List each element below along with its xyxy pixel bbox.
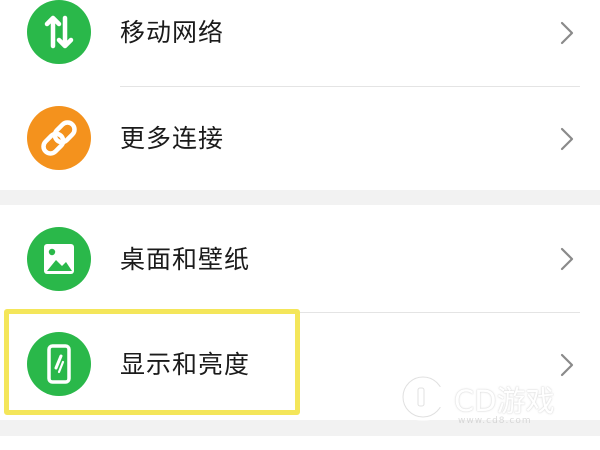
settings-item-label: 显示和亮度	[120, 350, 251, 379]
watermark-url: www.cd8.com	[458, 416, 532, 426]
image-wallpaper-icon	[27, 227, 91, 291]
watermark: CD游戏 www.cd8.com	[396, 370, 586, 430]
link-chain-icon	[27, 106, 91, 170]
group-separator	[0, 190, 600, 205]
phone-brightness-icon	[27, 332, 91, 396]
chevron-right-icon	[560, 21, 574, 45]
watermark-logo-icon	[399, 373, 447, 421]
settings-item-mobile-network[interactable]: 移动网络	[0, 0, 600, 86]
chevron-right-icon	[560, 247, 574, 271]
settings-item-label: 更多连接	[120, 124, 225, 153]
settings-item-more-connections[interactable]: 更多连接	[0, 86, 600, 190]
mobile-data-arrows-icon	[27, 0, 91, 64]
settings-item-label: 移动网络	[120, 18, 225, 47]
settings-group-next	[0, 436, 600, 450]
settings-item-label: 桌面和壁纸	[120, 245, 251, 274]
watermark-text: CD游戏	[454, 384, 555, 418]
chevron-right-icon	[560, 127, 574, 151]
settings-item-desktop-wallpaper[interactable]: 桌面和壁纸	[0, 205, 600, 309]
